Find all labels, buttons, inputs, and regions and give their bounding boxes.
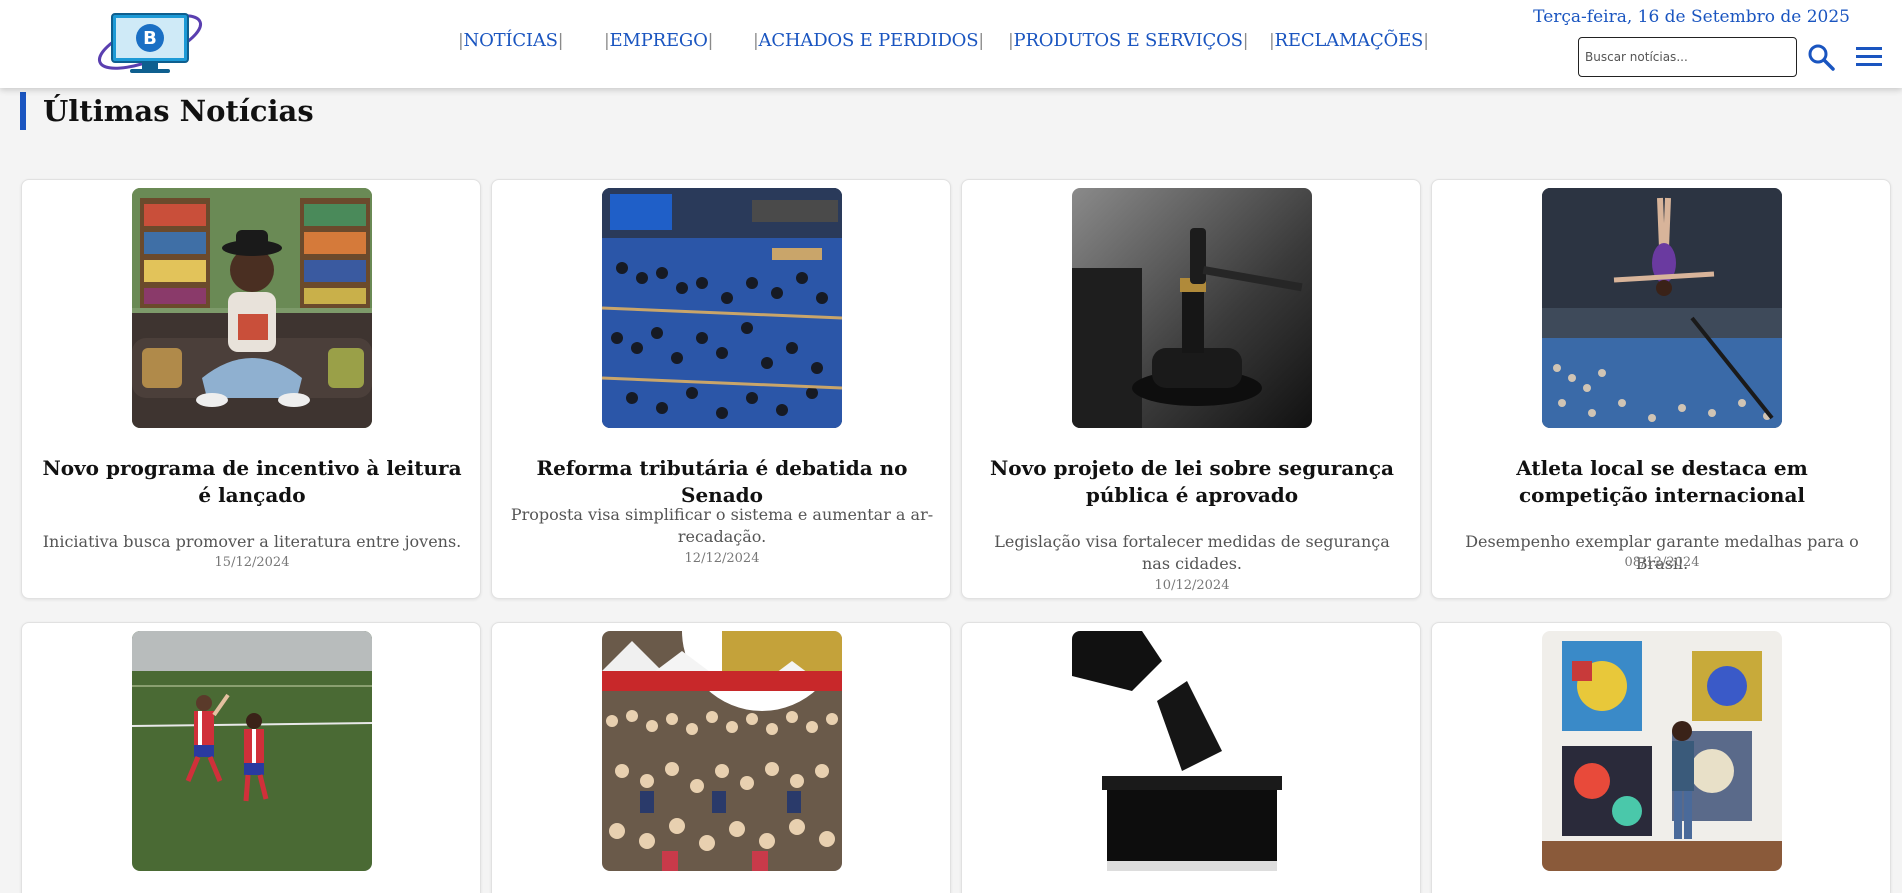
news-card[interactable] [21, 622, 481, 893]
nav-item-reclamacoes[interactable]: |RECLAMAÇÕES| [1269, 30, 1429, 51]
news-card[interactable] [961, 622, 1421, 893]
search-input[interactable] [1578, 37, 1797, 77]
news-title: Novo projeto de lei sobre segurança públ… [990, 456, 1394, 507]
news-image-festival-crowd [602, 631, 842, 871]
news-card[interactable] [491, 622, 951, 893]
news-description: Iniciativa busca promover a literatura e… [42, 532, 462, 551]
search-icon [1808, 44, 1835, 71]
news-card[interactable] [1431, 622, 1891, 893]
news-description: Proposta visa simplificar o sistema e au… [510, 505, 934, 546]
logo-letter: B [143, 28, 157, 49]
current-date: Terça-feira, 16 de Setembro de 2025 [1533, 7, 1850, 27]
section-title: Últimas Notícias [43, 94, 314, 128]
news-date: 10/12/2024 [1154, 578, 1230, 593]
nav-label: PRODUTOS E SERVIÇOS [1013, 30, 1243, 51]
nav-label: ACHADOS E PERDIDOS [758, 30, 979, 51]
news-title: Reforma tributária é debatida no Senado [536, 456, 908, 507]
title-accent-bar [20, 92, 26, 130]
news-card[interactable]: Novo programa de incentivo à leitura é l… [21, 179, 481, 599]
menu-button[interactable] [1854, 44, 1884, 70]
news-date: 15/12/2024 [214, 555, 290, 570]
nav-label: RECLAMAÇÕES [1274, 30, 1424, 51]
news-image-senate-plenary [602, 188, 842, 428]
nav-item-noticias[interactable]: |NOTÍCIAS| [458, 30, 563, 51]
news-card[interactable]: Novo projeto de lei sobre segurança públ… [961, 179, 1421, 599]
search-button[interactable] [1806, 42, 1836, 72]
news-date: 08/12/2024 [1624, 555, 1700, 570]
monitor-logo-icon: B [97, 13, 203, 73]
nav-item-achados-e-perdidos[interactable]: |ACHADOS E PERDIDOS| [753, 30, 984, 51]
nav-label: NOTÍCIAS [463, 30, 558, 51]
news-date: 12/12/2024 [684, 551, 760, 566]
news-title: Novo programa de incentivo à leitura é l… [42, 456, 462, 507]
news-image-soccer-players [132, 631, 372, 871]
nav-item-emprego[interactable]: |EMPREGO| [604, 30, 713, 51]
news-description: Legislação visa fortalecer medidas de se… [994, 532, 1390, 573]
news-image-woman-reading [132, 188, 372, 428]
news-image-judge-gavel [1072, 188, 1312, 428]
news-image-gymnast-jump [1542, 188, 1782, 428]
news-card[interactable]: Atleta local se destaca em competição in… [1431, 179, 1891, 599]
news-image-art-exhibition [1542, 631, 1782, 871]
hamburger-menu-icon [1856, 47, 1882, 66]
news-title: Atleta local se destaca em competição in… [1516, 456, 1808, 507]
site-header: B |NOTÍCIAS| |EMPREGO| |ACHADOS E PERDID… [0, 0, 1902, 88]
news-image-ballot-box [1072, 631, 1312, 871]
nav-label: EMPREGO [609, 30, 708, 51]
news-card[interactable]: Reforma tributária é debatida no Senado … [491, 179, 951, 599]
site-logo[interactable]: B [94, 8, 206, 76]
nav-item-produtos-e-servicos[interactable]: |PRODUTOS E SERVIÇOS| [1008, 30, 1249, 51]
